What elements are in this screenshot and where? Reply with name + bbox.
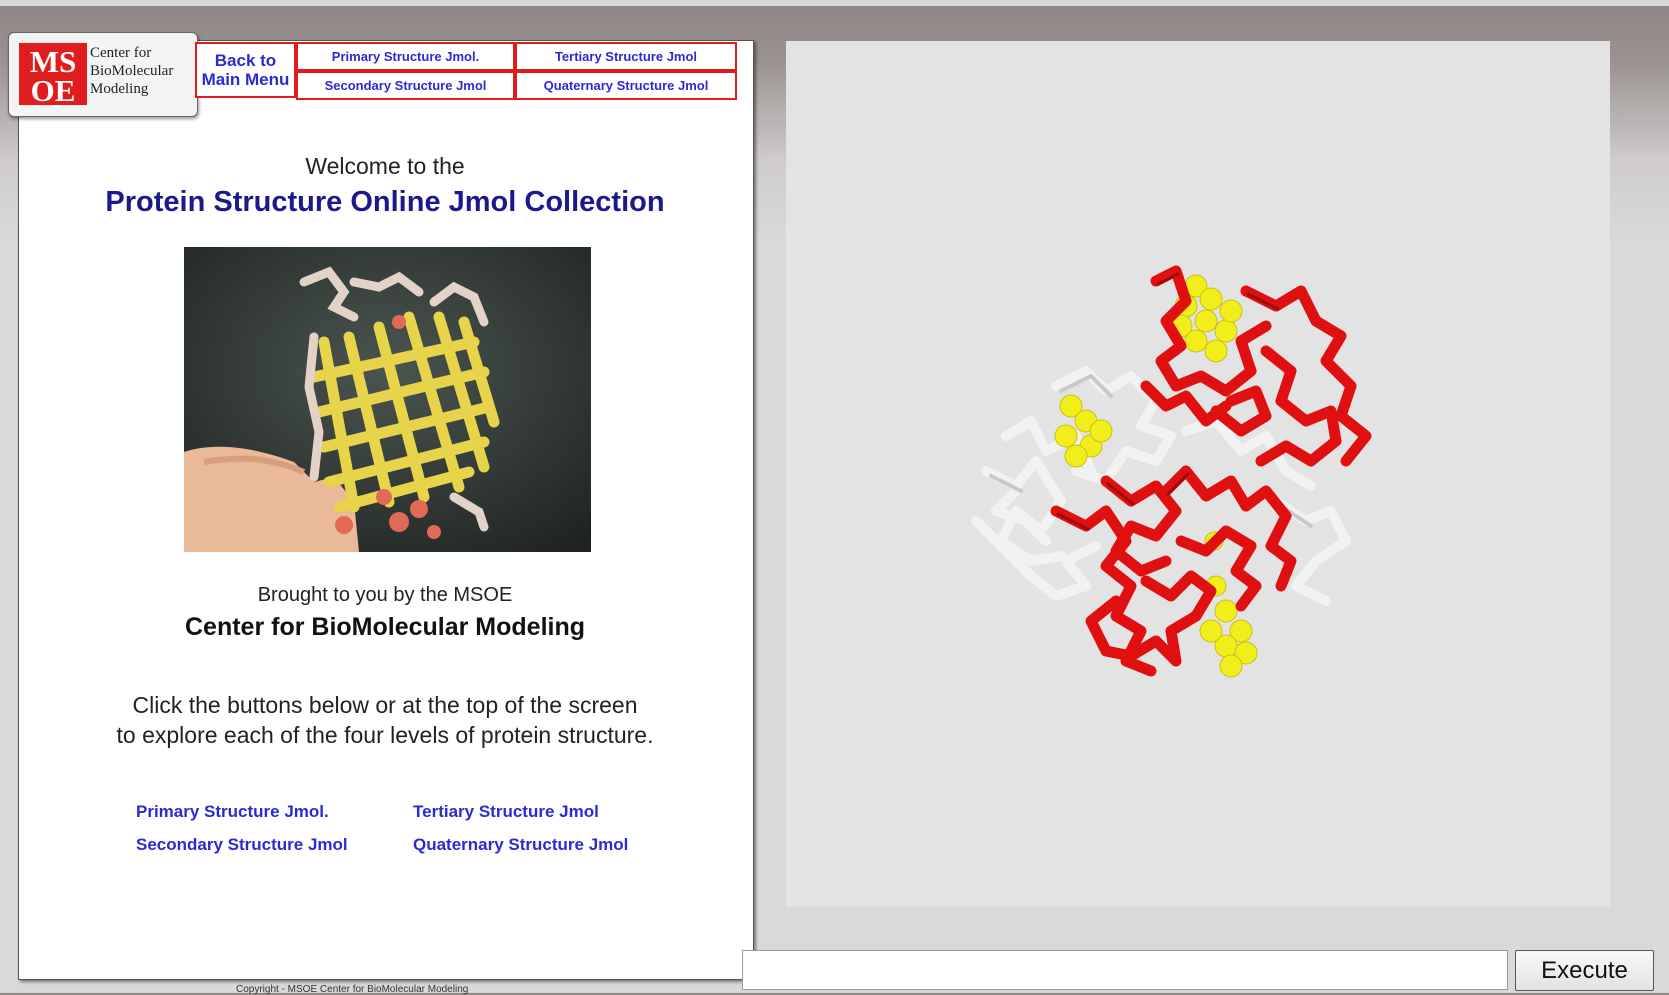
hemoglobin-molecule xyxy=(971,265,1372,678)
link-secondary-structure[interactable]: Secondary Structure Jmol xyxy=(136,835,348,855)
back-to-main-menu-button[interactable]: Back to Main Menu xyxy=(195,42,296,98)
msoe-logo-mark: MS OE xyxy=(19,43,87,105)
logo-text: Center for BioMolecular Modeling xyxy=(90,44,173,98)
execute-button[interactable]: Execute xyxy=(1515,950,1654,991)
copyright-text: Copyright - MSOE Center for BioMolecular… xyxy=(236,984,469,995)
protein-model-photo xyxy=(184,247,591,552)
brought-to-you-text: Brought to you by the MSOE xyxy=(257,584,513,606)
logo-line-3: Modeling xyxy=(90,81,149,97)
logo-line-1: Center for xyxy=(90,45,152,61)
nav-primary-structure-button[interactable]: Primary Structure Jmol. xyxy=(296,42,515,71)
nav-secondary-structure-button[interactable]: Secondary Structure Jmol xyxy=(296,71,515,100)
logo-line-2: BioMolecular xyxy=(90,63,174,79)
instructions-line-2: to explore each of the four levels of pr… xyxy=(116,722,654,748)
nav-quaternary-structure-button[interactable]: Quaternary Structure Jmol xyxy=(515,71,737,100)
instructions-line-1: Click the buttons below or at the top of… xyxy=(132,692,638,718)
nav-tertiary-structure-button[interactable]: Tertiary Structure Jmol xyxy=(515,42,737,71)
svg-text:OE: OE xyxy=(31,73,76,105)
link-primary-structure[interactable]: Primary Structure Jmol. xyxy=(136,802,329,822)
back-label-line2: Main Menu xyxy=(201,70,290,89)
back-label-line1: Back to xyxy=(214,51,277,70)
center-name-heading: Center for BioMolecular Modeling xyxy=(184,613,586,641)
top-strip xyxy=(0,0,1669,6)
welcome-text: Welcome to the xyxy=(305,153,465,179)
link-tertiary-structure[interactable]: Tertiary Structure Jmol xyxy=(413,802,599,822)
link-quaternary-structure[interactable]: Quaternary Structure Jmol xyxy=(413,835,628,855)
instructions-text: Click the buttons below or at the top of… xyxy=(18,690,752,750)
jmol-command-input[interactable] xyxy=(742,950,1508,990)
msoe-logo[interactable]: MS OE Center for BioMolecular Modeling xyxy=(8,32,198,117)
page-title: Protein Structure Online Jmol Collection xyxy=(105,186,665,218)
jmol-viewer[interactable] xyxy=(786,41,1610,907)
